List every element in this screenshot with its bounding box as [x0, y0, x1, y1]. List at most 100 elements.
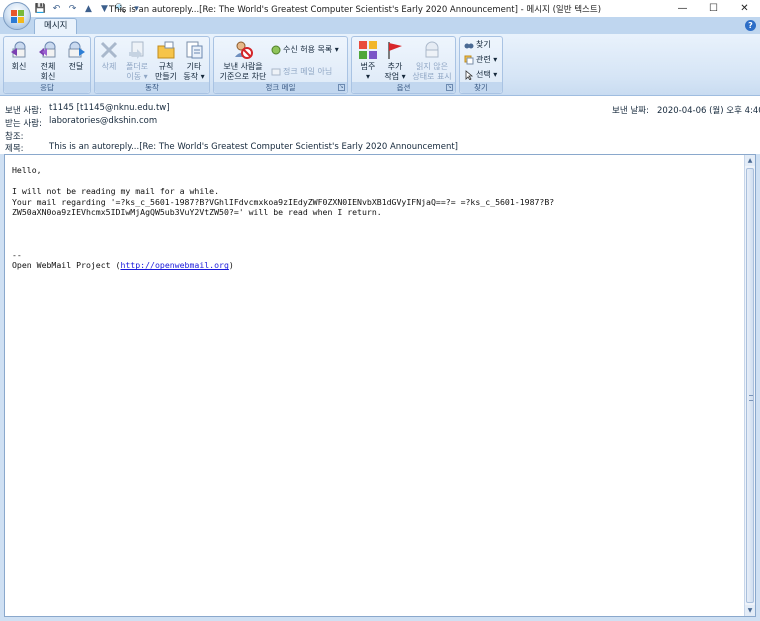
related-icon	[464, 55, 474, 65]
create-rule-button[interactable]: 규칙 만들기	[153, 40, 179, 82]
related-button[interactable]: 관련 ▾	[464, 54, 497, 66]
subject-label: 제목:	[5, 144, 24, 154]
subject-value: This is an autoreply...[Re: The World's …	[49, 142, 458, 152]
reply-label: 회신	[11, 62, 27, 71]
safe-list-button[interactable]: 수신 허용 목록 ▾	[271, 44, 339, 56]
find-label: 찾기	[476, 40, 491, 49]
select-button[interactable]: 선택 ▾	[464, 69, 497, 81]
create-rule-icon	[157, 41, 175, 59]
cc-label: 참조:	[5, 132, 24, 142]
options-dialog-launcher-icon[interactable]: ↘	[446, 84, 453, 91]
block-sender-label-2: 기준으로 차단	[219, 72, 267, 81]
scroll-thumb[interactable]	[746, 168, 754, 603]
close-button[interactable]: ✕	[729, 0, 760, 17]
forward-button[interactable]: 전달	[64, 40, 88, 72]
minimize-button[interactable]: —	[667, 0, 698, 17]
not-junk-label: 정크 메일 아님	[283, 67, 333, 76]
reply-all-label-1: 전체	[40, 62, 56, 71]
window-controls: — ☐ ✕	[667, 0, 760, 17]
mark-unread-icon	[425, 41, 439, 58]
follow-up-button[interactable]: 추가 작업 ▾	[382, 40, 408, 82]
reply-button[interactable]: 회신	[7, 40, 31, 72]
safe-list-label: 수신 허용 목록 ▾	[283, 45, 339, 54]
find-button[interactable]: 찾기	[464, 39, 491, 51]
categorize-label-1: 범주	[360, 62, 376, 71]
reply-all-button[interactable]: 전체 회신	[35, 40, 61, 82]
group-options-label: 옵션	[352, 82, 455, 93]
group-find-label: 찾기	[460, 82, 502, 93]
to-label: 받는 사람:	[5, 119, 42, 129]
other-actions-icon	[186, 41, 203, 59]
scroll-up-icon[interactable]: ▲	[745, 155, 755, 166]
cursor-icon	[465, 70, 474, 80]
to-value[interactable]: laboratories@dkshin.com	[49, 116, 157, 126]
follow-up-label-1: 추가	[387, 62, 403, 71]
signature-separator: --	[12, 249, 22, 260]
body-line-1: I will not be reading my mail for a whil…	[12, 186, 220, 197]
follow-up-flag-icon	[388, 42, 402, 59]
title-bar: 💾 ↶ ↷ ▲ ▼ 🔍 ▾ This is an autoreply...[Re…	[0, 0, 760, 17]
other-actions-button[interactable]: 기타 동작 ▾	[181, 40, 207, 82]
sent-value: 2020-04-06 (월) 오후 4:40	[657, 106, 760, 116]
group-actions: 삭제 폴더로 이동 ▾ 규칙 만들기 기타 동작 ▾ 동작	[94, 36, 210, 94]
scroll-grip-icon	[749, 395, 753, 401]
window-title: This is an autoreply...[Re: The World's …	[108, 5, 602, 15]
move-to-folder-label-1: 폴더로	[125, 62, 149, 71]
forward-label: 전달	[68, 62, 84, 71]
delete-label: 삭제	[101, 62, 117, 71]
sent-label: 보낸 날짜:	[612, 106, 649, 116]
block-sender-button[interactable]: 보낸 사람을 기준으로 차단	[216, 40, 270, 82]
binoculars-icon	[464, 43, 474, 49]
junk-dialog-launcher-icon[interactable]: ↘	[338, 84, 345, 91]
office-button[interactable]	[3, 2, 31, 30]
body-line-2: Your mail regarding '=?ks_c_5601-1987?B?…	[12, 196, 555, 207]
related-label: 관련 ▾	[476, 55, 498, 64]
group-junk: 보낸 사람을 기준으로 차단 수신 허용 목록 ▾ 정크 메일 아님 정크 메일…	[213, 36, 348, 94]
block-sender-icon	[235, 41, 253, 59]
help-icon[interactable]: ?	[745, 20, 756, 31]
scroll-down-icon[interactable]: ▼	[745, 605, 755, 616]
other-actions-label-2: 동작 ▾	[183, 72, 205, 81]
group-options: 범주 ▾ 추가 작업 ▾ 읽지 않은 상태로 표시 옵션 ↘	[351, 36, 456, 94]
signature-prefix: Open WebMail Project (	[12, 260, 121, 271]
group-actions-label: 동작	[95, 82, 209, 93]
categorize-button[interactable]: 범주 ▾	[355, 40, 381, 82]
mark-unread-button[interactable]: 읽지 않은 상태로 표시	[410, 40, 454, 82]
from-label: 보낸 사람:	[5, 106, 42, 116]
select-label: 선택 ▾	[476, 70, 498, 79]
create-rule-label-1: 규칙	[158, 62, 174, 71]
group-respond: 회신 전체 회신 전달 응답	[3, 36, 91, 94]
office-logo-icon	[11, 10, 24, 23]
move-to-folder-icon	[129, 41, 144, 59]
create-rule-label-2: 만들기	[154, 72, 178, 81]
body-greeting: Hello,	[12, 165, 42, 175]
follow-up-label-2: 작업 ▾	[384, 72, 406, 81]
other-actions-label-1: 기타	[186, 62, 202, 71]
maximize-button[interactable]: ☐	[698, 0, 729, 17]
from-value[interactable]: t1145 [t1145@nknu.edu.tw]	[49, 103, 170, 113]
reply-all-icon	[39, 41, 56, 58]
tab-message[interactable]: 메시지	[34, 18, 78, 34]
message-body-text: Hello, I will not be reading my mail for…	[12, 165, 739, 271]
group-respond-label: 응답	[4, 82, 90, 93]
group-find: 찾기 관련 ▾ 선택 ▾ 찾기	[459, 36, 503, 94]
safe-list-icon	[271, 45, 281, 55]
reply-all-label-2: 회신	[40, 72, 56, 81]
mark-unread-label-1: 읽지 않은	[416, 62, 448, 71]
message-header: 보낸 사람: t1145 [t1145@nknu.edu.tw] 받는 사람: …	[0, 96, 760, 154]
move-to-folder-button[interactable]: 폴더로 이동 ▾	[123, 40, 151, 82]
categorize-label-2: ▾	[365, 72, 370, 81]
signature-suffix: )	[228, 260, 234, 271]
mark-unread-label-2: 상태로 표시	[412, 72, 452, 81]
signature-link[interactable]: http://openwebmail.org	[120, 260, 228, 270]
move-to-folder-label-2: 이동 ▾	[126, 72, 148, 81]
ribbon-tab-row: 메시지 ?	[0, 17, 760, 34]
ribbon: 회신 전체 회신 전달 응답 삭제 폴더로 이동 ▾ 규칙 만들기 기타 동작 …	[0, 34, 760, 96]
not-junk-icon	[271, 68, 281, 76]
block-sender-label-1: 보낸 사람을	[223, 62, 263, 71]
body-line-3: ZW50aXN0oa9zIEVhcmx5IDIwMjAgQW5ub3VuY2Vt…	[12, 207, 382, 218]
delete-button[interactable]: 삭제	[97, 40, 121, 72]
vertical-scrollbar[interactable]: ▲ ▼	[744, 155, 755, 616]
message-body[interactable]: Hello, I will not be reading my mail for…	[4, 154, 756, 617]
not-junk-button[interactable]: 정크 메일 아님	[271, 66, 332, 78]
